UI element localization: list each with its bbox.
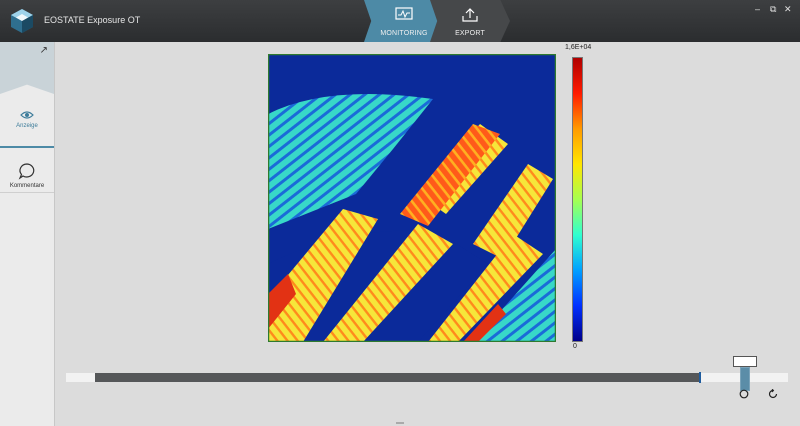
slider-tooltip bbox=[733, 356, 757, 367]
colorbar bbox=[572, 57, 583, 342]
colorbar-min-label: 0 bbox=[573, 343, 577, 350]
sidebar-divider bbox=[0, 192, 54, 193]
refresh-icon[interactable] bbox=[768, 389, 778, 399]
sidebar-item-label: Anzeige bbox=[16, 123, 38, 129]
minimize-icon[interactable]: – bbox=[755, 5, 760, 14]
colorbar-max-label: 1,6E+04 bbox=[565, 44, 592, 51]
tab-monitoring-label: MONITORING bbox=[380, 30, 428, 37]
close-icon[interactable]: ✕ bbox=[784, 5, 792, 14]
upload-icon bbox=[462, 8, 478, 22]
expand-icon[interactable]: ↗ bbox=[40, 45, 48, 56]
tab-export[interactable]: EXPORT bbox=[430, 0, 510, 42]
exposure-heatmap[interactable] bbox=[268, 54, 556, 342]
sidebar-item-kommentare[interactable]: Kommentare bbox=[0, 162, 54, 189]
vertical-slider-handle[interactable] bbox=[740, 367, 750, 391]
layer-timeline-progress bbox=[95, 373, 701, 382]
restore-icon[interactable]: ⧉ bbox=[770, 5, 776, 14]
monitor-icon bbox=[395, 7, 413, 20]
resize-grip[interactable] bbox=[396, 422, 404, 424]
eye-icon bbox=[20, 111, 34, 119]
app-logo-icon bbox=[11, 9, 33, 33]
layer-timeline-handle[interactable] bbox=[699, 372, 701, 383]
sidebar-item-label: Kommentare bbox=[9, 183, 45, 189]
title-bar: EOSTATE Exposure OT MONITORING EXPORT – … bbox=[0, 0, 800, 42]
active-indicator bbox=[0, 146, 54, 148]
speech-bubble-icon bbox=[18, 163, 35, 180]
tab-export-label: EXPORT bbox=[455, 30, 485, 37]
sidebar: ↗ Anzeige Kommentare bbox=[0, 42, 55, 426]
sidebar-item-anzeige[interactable]: Anzeige bbox=[0, 110, 54, 129]
tab-monitoring[interactable]: MONITORING bbox=[364, 0, 444, 42]
app-title: EOSTATE Exposure OT bbox=[44, 15, 141, 25]
record-icon[interactable] bbox=[739, 389, 749, 399]
